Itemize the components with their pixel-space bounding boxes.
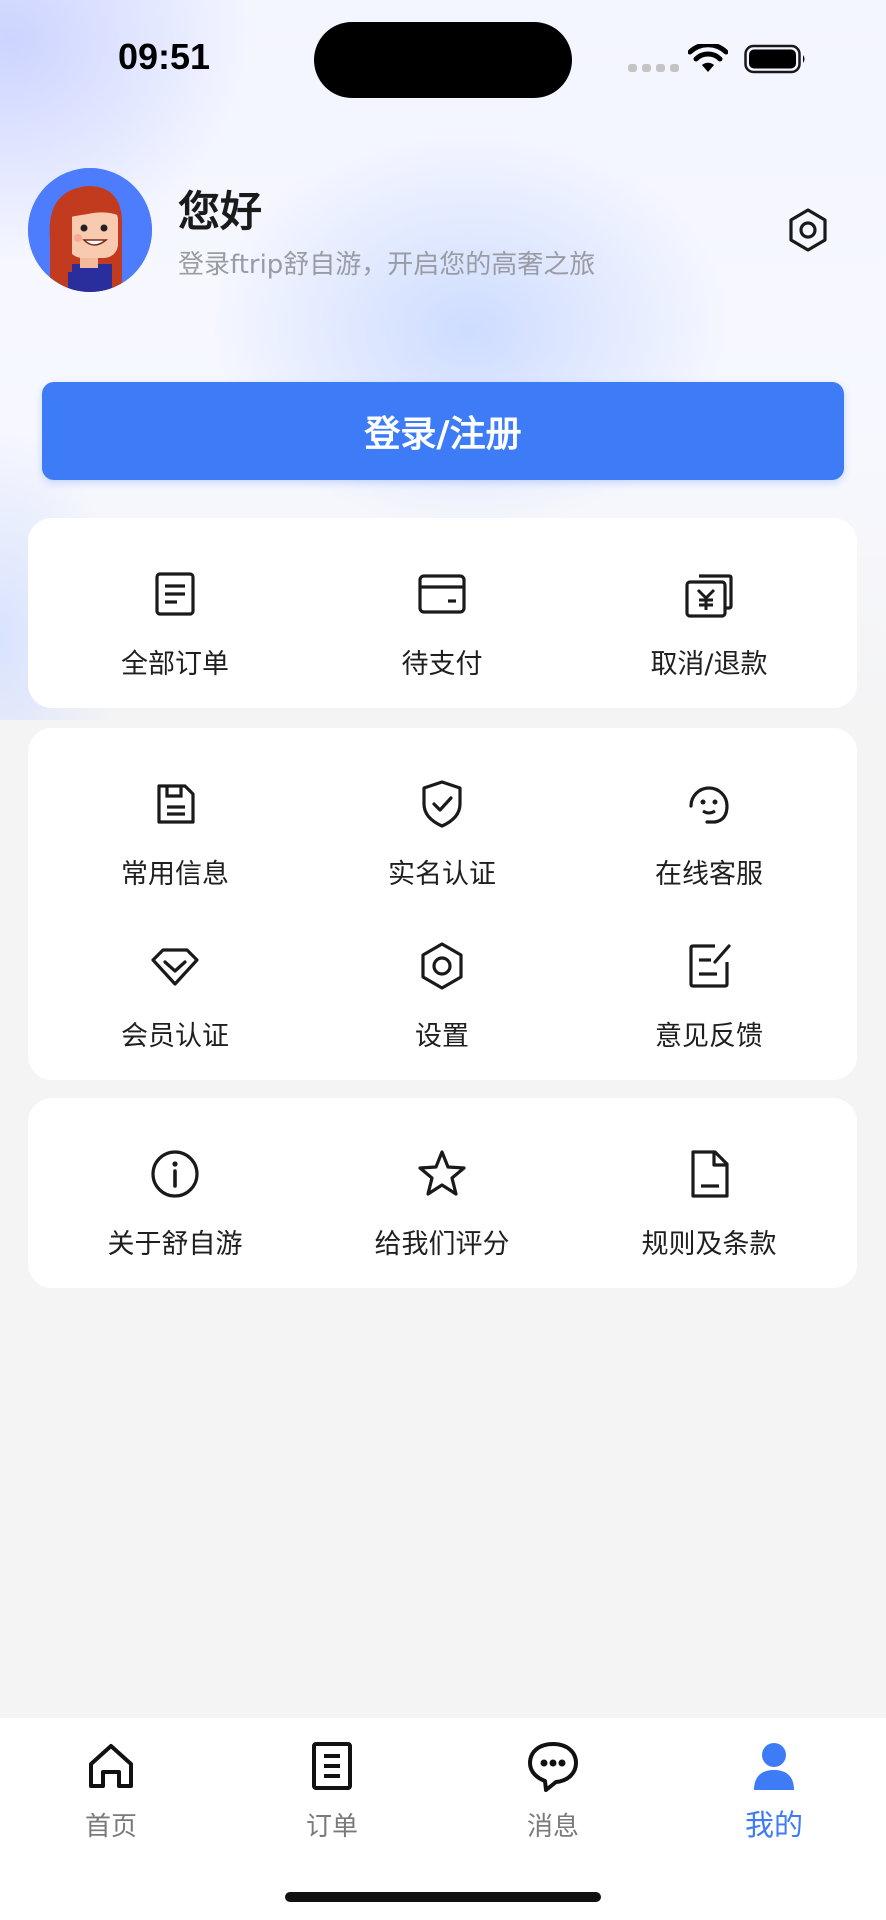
status-time: 09:51	[118, 36, 211, 77]
menu-item-feedback[interactable]: 意见反馈	[599, 938, 819, 1088]
menu-item-real-name-verification[interactable]: 实名认证	[332, 776, 552, 926]
menu-item-label: 全部订单	[121, 649, 229, 680]
wifi-icon	[688, 44, 728, 72]
about-card: 关于舒自游 给我们评分 规则及条款	[28, 1098, 857, 1288]
menu-item-label: 待支付	[401, 649, 483, 680]
tab-home[interactable]: 首页	[31, 1738, 191, 1858]
tab-label: 消息	[526, 1812, 579, 1842]
shield-check-icon	[422, 780, 462, 828]
menu-item-online-service[interactable]: 在线客服	[599, 776, 819, 926]
orders-card: 全部订单 待支付 取消/退款	[28, 518, 857, 708]
tab-label: 首页	[84, 1812, 137, 1842]
home-icon	[89, 1744, 133, 1788]
cellular-signal-icon	[628, 64, 679, 72]
login-register-button[interactable]: 登录/注册	[42, 382, 844, 480]
menu-item-label: 给我们评分	[374, 1229, 510, 1260]
wallet-icon	[418, 574, 466, 614]
tab-label: 订单	[305, 1812, 358, 1842]
bottom-tab-bar: 首页 订单 消息 我的	[0, 1718, 886, 1920]
menu-item-label: 常用信息	[121, 859, 229, 890]
star-icon	[418, 1150, 466, 1196]
menu-item-label: 设置	[415, 1021, 469, 1052]
menu-item-member-verification[interactable]: 会员认证	[65, 938, 285, 1088]
document-icon	[691, 1150, 729, 1198]
user-icon	[754, 1743, 794, 1790]
save-disk-icon	[157, 784, 195, 824]
menu-item-settings[interactable]: 设置	[332, 938, 552, 1088]
refund-icon	[685, 574, 733, 618]
message-icon	[528, 1742, 578, 1792]
menu-item-common-info[interactable]: 常用信息	[65, 776, 285, 926]
menu-item-label: 意见反馈	[655, 1021, 763, 1052]
greeting-subtitle: 登录ftrip舒自游，开启您的高奢之旅	[178, 250, 596, 280]
order-icon	[312, 1742, 352, 1790]
tab-orders[interactable]: 订单	[252, 1738, 412, 1858]
menu-item-terms[interactable]: 规则及条款	[599, 1146, 819, 1296]
diamond-icon	[151, 948, 199, 986]
menu-item-label: 在线客服	[655, 859, 763, 890]
settings-gear-icon[interactable]	[784, 206, 832, 254]
menu-item-all-orders[interactable]: 全部订单	[65, 566, 285, 716]
menu-item-cancel-refund[interactable]: 取消/退款	[599, 566, 819, 716]
order-list-icon	[155, 572, 195, 616]
avatar[interactable]	[28, 168, 152, 292]
gear-icon	[421, 942, 463, 990]
menu-item-pending-payment[interactable]: 待支付	[332, 566, 552, 716]
info-icon	[151, 1150, 199, 1198]
services-card: 常用信息 实名认证 在线客服 会员认证 设置 意见反馈	[28, 728, 857, 1080]
menu-item-label: 取消/退款	[650, 649, 768, 680]
greeting-title: 您好	[178, 187, 263, 236]
menu-item-label: 实名认证	[388, 859, 496, 890]
tab-mine[interactable]: 我的	[694, 1738, 854, 1858]
tab-messages[interactable]: 消息	[473, 1738, 633, 1858]
headset-icon	[689, 786, 729, 824]
menu-item-about[interactable]: 关于舒自游	[65, 1146, 285, 1296]
menu-item-label: 关于舒自游	[107, 1229, 243, 1260]
menu-item-label: 会员认证	[121, 1021, 229, 1052]
menu-item-label: 规则及条款	[641, 1229, 777, 1260]
tab-label: 我的	[744, 1808, 803, 1842]
edit-icon	[689, 944, 731, 988]
dynamic-island	[314, 22, 572, 98]
home-indicator	[285, 1892, 601, 1902]
menu-item-rate-us[interactable]: 给我们评分	[332, 1146, 552, 1296]
battery-icon	[744, 44, 805, 74]
